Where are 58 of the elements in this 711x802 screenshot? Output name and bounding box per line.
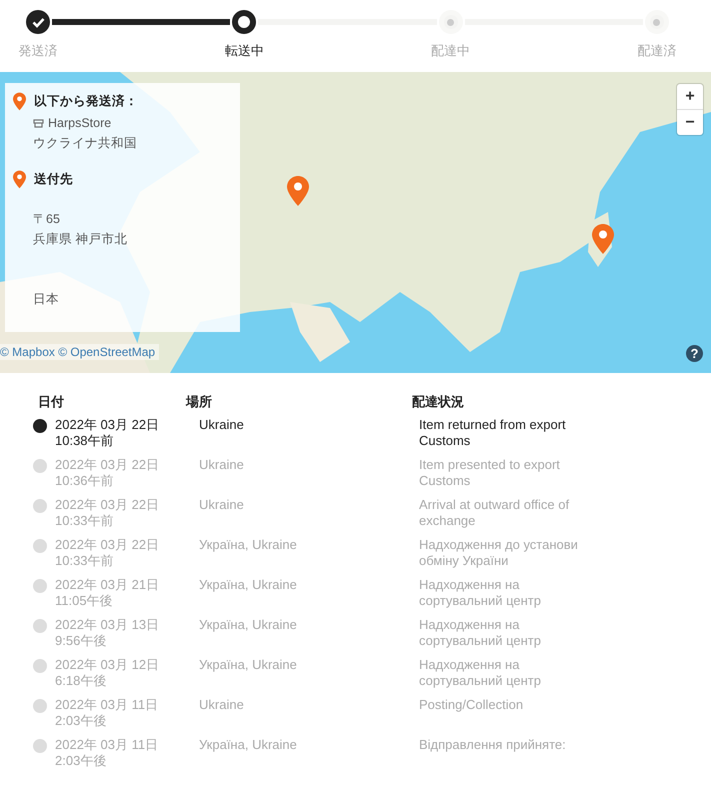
help-icon[interactable]: ? — [686, 345, 703, 362]
event-date: 2022年 03月 22日 — [55, 497, 160, 513]
column-header: 日付 — [37, 393, 64, 411]
event-time: 6:18午後 — [55, 673, 106, 689]
event-status: Item returned from export Customs — [419, 417, 567, 449]
event-location: Ukraine — [199, 417, 245, 434]
map-attribution[interactable]: © Mapbox © OpenStreetMap — [0, 344, 160, 360]
event-status: Arrival at outward office of exchange — [419, 497, 570, 529]
event-location: Ukraine — [199, 697, 245, 714]
event-date: 2022年 03月 22日 — [55, 457, 160, 473]
location-pin-icon — [13, 170, 26, 188]
event-time: 10:33午前 — [55, 513, 114, 529]
event-status: Item presented to export Customs — [419, 457, 561, 489]
event-status: Надходження до установи обміну України — [419, 537, 579, 569]
address-line: 兵庫県 神戸市北 — [33, 231, 128, 248]
address-line: 日本 — [33, 291, 59, 308]
origin-heading: 以下から発送済： — [34, 92, 138, 110]
store-name: HarpsStore — [48, 115, 112, 132]
event-time: 2:03午後 — [55, 753, 106, 769]
event-location: Україна, Ukraine — [199, 537, 298, 554]
event-location: Ukraine — [199, 457, 245, 474]
event-date: 2022年 03月 22日 — [55, 417, 160, 433]
store-icon — [33, 118, 44, 128]
location-pin-icon — [13, 92, 26, 110]
step-label: 配達済 — [637, 42, 676, 60]
event-time: 10:33午前 — [55, 553, 114, 569]
event-status: Надходження на сортувальний центр — [419, 577, 542, 609]
destination-heading: 送付先 — [34, 170, 73, 188]
event-date: 2022年 03月 12日 — [55, 657, 160, 673]
event-date: 2022年 03月 21日 — [55, 577, 160, 593]
event-location: Ukraine — [199, 497, 245, 514]
step-label: 配達中 — [431, 42, 470, 60]
check-icon — [32, 16, 44, 28]
zoom-out-button[interactable]: − — [677, 109, 703, 135]
column-header: 配達状況 — [412, 393, 464, 411]
event-location: Україна, Ukraine — [199, 737, 298, 754]
event-time: 2:03午後 — [55, 713, 106, 729]
event-location: Україна, Ukraine — [199, 657, 298, 674]
event-time: 11:05午後 — [55, 593, 113, 609]
step-label: 転送中 — [224, 42, 264, 60]
event-location: Україна, Ukraine — [199, 577, 298, 594]
origin-country: ウクライナ共和国 — [32, 135, 138, 152]
address-line: 〒65 — [33, 211, 60, 228]
event-time: 10:38午前 — [55, 433, 114, 449]
event-status: Відправлення прийняте: — [419, 737, 567, 754]
event-date: 2022年 03月 13日 — [55, 617, 160, 633]
column-header: 場所 — [186, 393, 212, 411]
event-date: 2022年 03月 22日 — [55, 537, 160, 553]
event-time: 9:56午後 — [55, 633, 106, 649]
event-status: Posting/Collection — [419, 697, 524, 714]
event-date: 2022年 03月 11日 — [55, 697, 158, 713]
step-label: 発送済 — [18, 42, 58, 60]
event-location: Україна, Ukraine — [199, 617, 298, 634]
event-status: Надходження на сортувальний центр — [419, 657, 542, 689]
event-date: 2022年 03月 11日 — [55, 737, 158, 753]
zoom-in-button[interactable]: + — [677, 84, 703, 109]
event-time: 10:36午前 — [55, 473, 114, 489]
event-status: Надходження на сортувальний центр — [419, 617, 542, 649]
